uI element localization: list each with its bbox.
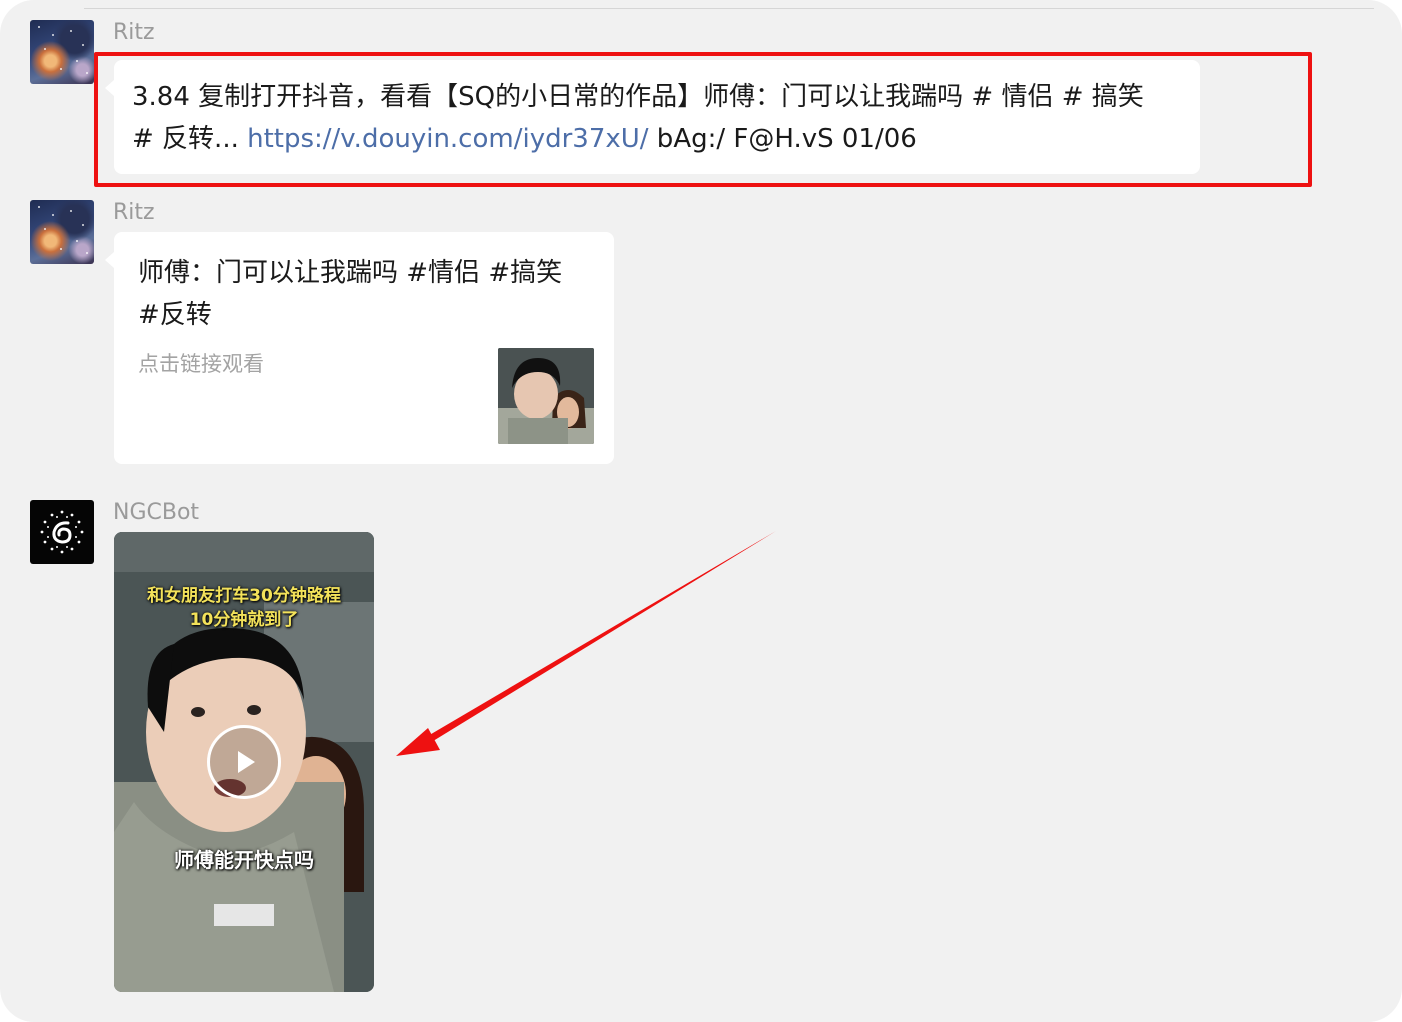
- chat-window: Ritz 3.84 复制打开抖音，看看【SQ的小日常的作品】师傅：门可以让我踹吗…: [0, 0, 1402, 1022]
- spiral-logo-icon: [40, 510, 84, 554]
- video-thumbnail-image: [498, 348, 594, 444]
- card-title-line1: 师傅：门可以让我踹吗 #情侣 #搞笑: [138, 258, 563, 288]
- video-message[interactable]: 和女朋友打车30分钟路程 10分钟就到了 师傅能开快点吗: [114, 532, 374, 992]
- card-title: 师傅：门可以让我踹吗 #情侣 #搞笑 #反转: [138, 252, 562, 336]
- avatar[interactable]: [30, 20, 94, 84]
- sender-name: Ritz: [113, 200, 155, 225]
- thumbnail-figure: [498, 348, 594, 444]
- play-triangle-icon: [238, 751, 255, 773]
- video-caption: 和女朋友打车30分钟路程 10分钟就到了: [114, 584, 374, 632]
- video-caption-line2: 10分钟就到了: [189, 610, 299, 630]
- card-subtitle: 点击链接观看: [138, 352, 264, 376]
- avatar[interactable]: [30, 200, 94, 264]
- card-title-line2: #反转: [138, 300, 212, 330]
- play-icon[interactable]: [207, 725, 281, 799]
- sender-name: Ritz: [113, 20, 155, 45]
- video-caption-line1: 和女朋友打车30分钟路程: [147, 586, 341, 606]
- bubble-tail: [105, 252, 114, 268]
- link-card[interactable]: 师傅：门可以让我踹吗 #情侣 #搞笑 #反转 点击链接观看: [114, 232, 614, 464]
- sender-name: NGCBot: [113, 500, 200, 525]
- divider: [84, 8, 1374, 9]
- highlight-box: [94, 52, 1312, 187]
- video-subtitle: 师傅能开快点吗: [174, 848, 314, 872]
- ngcbot-logo-icon[interactable]: [30, 500, 94, 564]
